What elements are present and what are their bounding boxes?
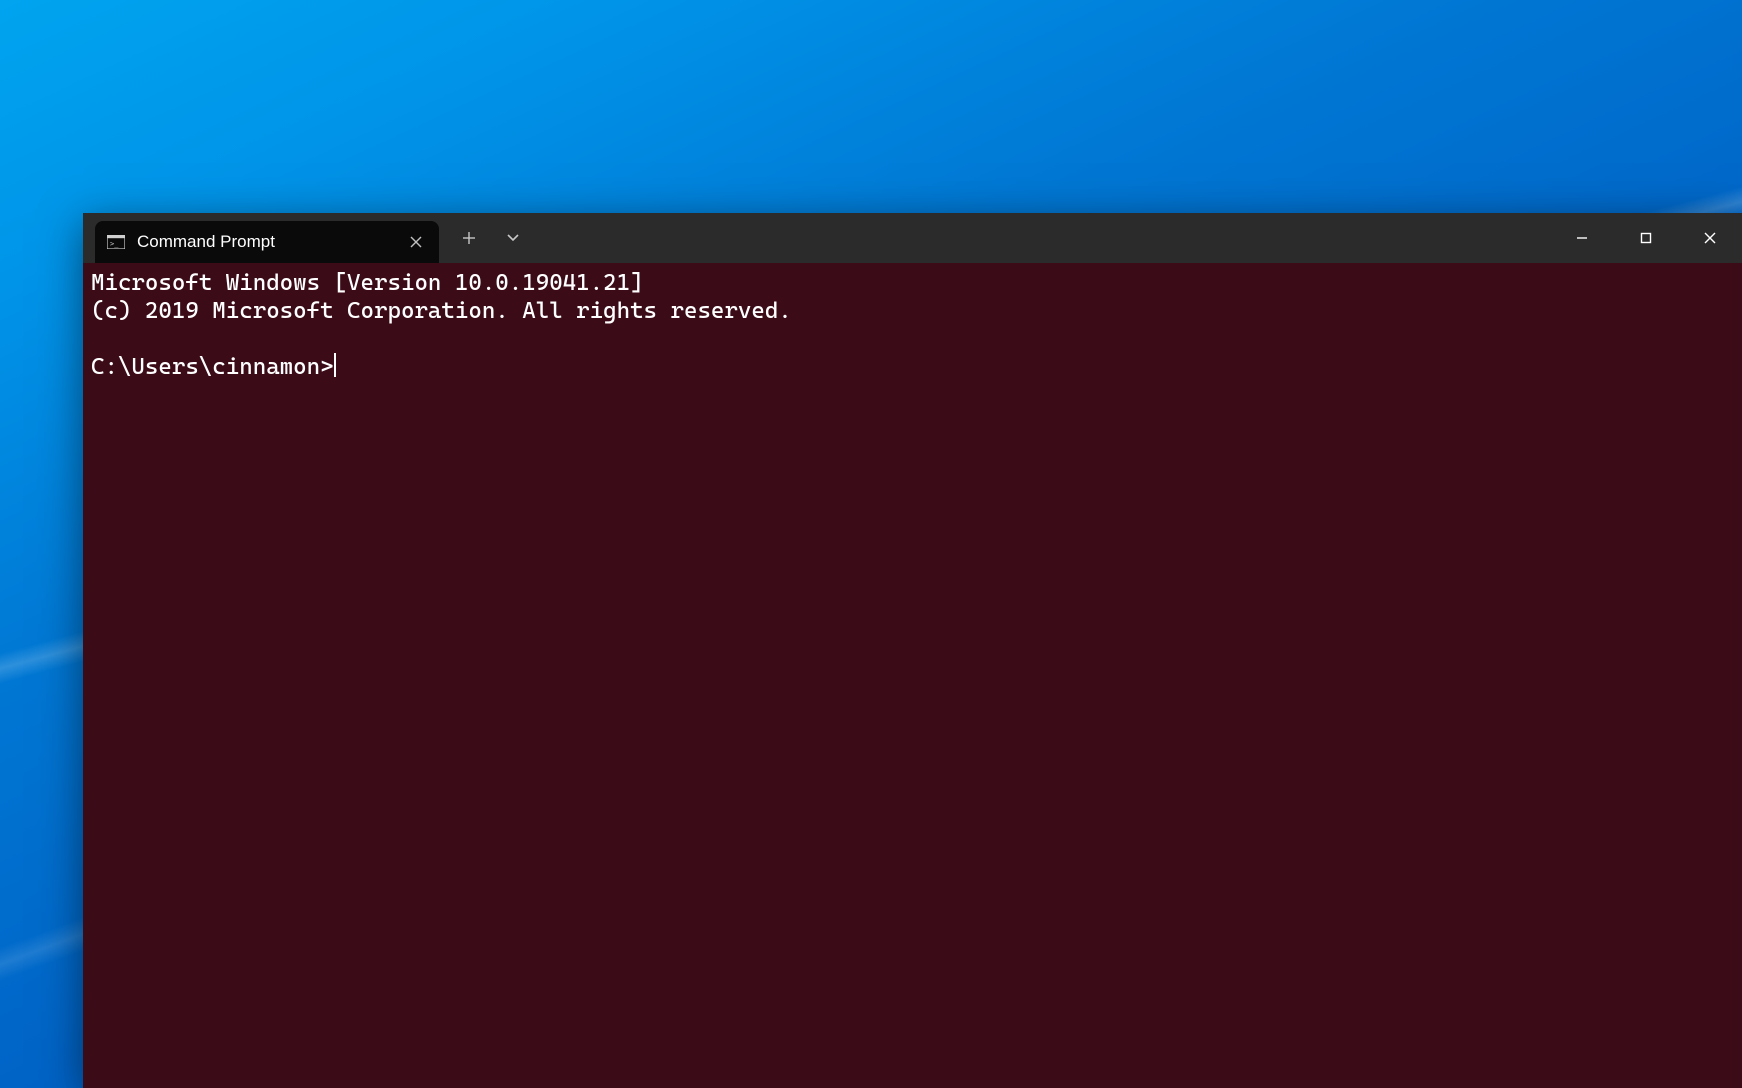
titlebar[interactable]: >_ Command Prompt [83,213,1742,263]
window-close-button[interactable] [1678,213,1742,263]
tab-dropdown-button[interactable] [493,218,533,258]
window-controls [1550,213,1742,263]
tab-command-prompt[interactable]: >_ Command Prompt [95,221,439,263]
prompt-text: C:\Users\cinnamon> [91,354,334,380]
terminal-window: >_ Command Prompt [83,213,1742,1088]
tab-actions [449,213,533,263]
maximize-icon [1639,231,1653,245]
minimize-icon [1575,231,1589,245]
close-icon [1703,231,1717,245]
text-cursor [334,353,336,377]
plus-icon [462,231,476,245]
tab-title: Command Prompt [137,232,403,252]
new-tab-button[interactable] [449,218,489,258]
output-line: Microsoft Windows [Version 10.0.19041.21… [91,270,644,296]
command-prompt-icon: >_ [107,234,125,250]
maximize-button[interactable] [1614,213,1678,263]
tab-close-button[interactable] [403,229,429,255]
output-line: (c) 2019 Microsoft Corporation. All righ… [91,298,792,324]
minimize-button[interactable] [1550,213,1614,263]
terminal-output[interactable]: Microsoft Windows [Version 10.0.19041.21… [83,263,1742,1088]
titlebar-drag-region[interactable] [533,213,1550,263]
chevron-down-icon [506,233,520,243]
svg-text:>_: >_ [110,240,119,248]
close-icon [410,236,422,248]
